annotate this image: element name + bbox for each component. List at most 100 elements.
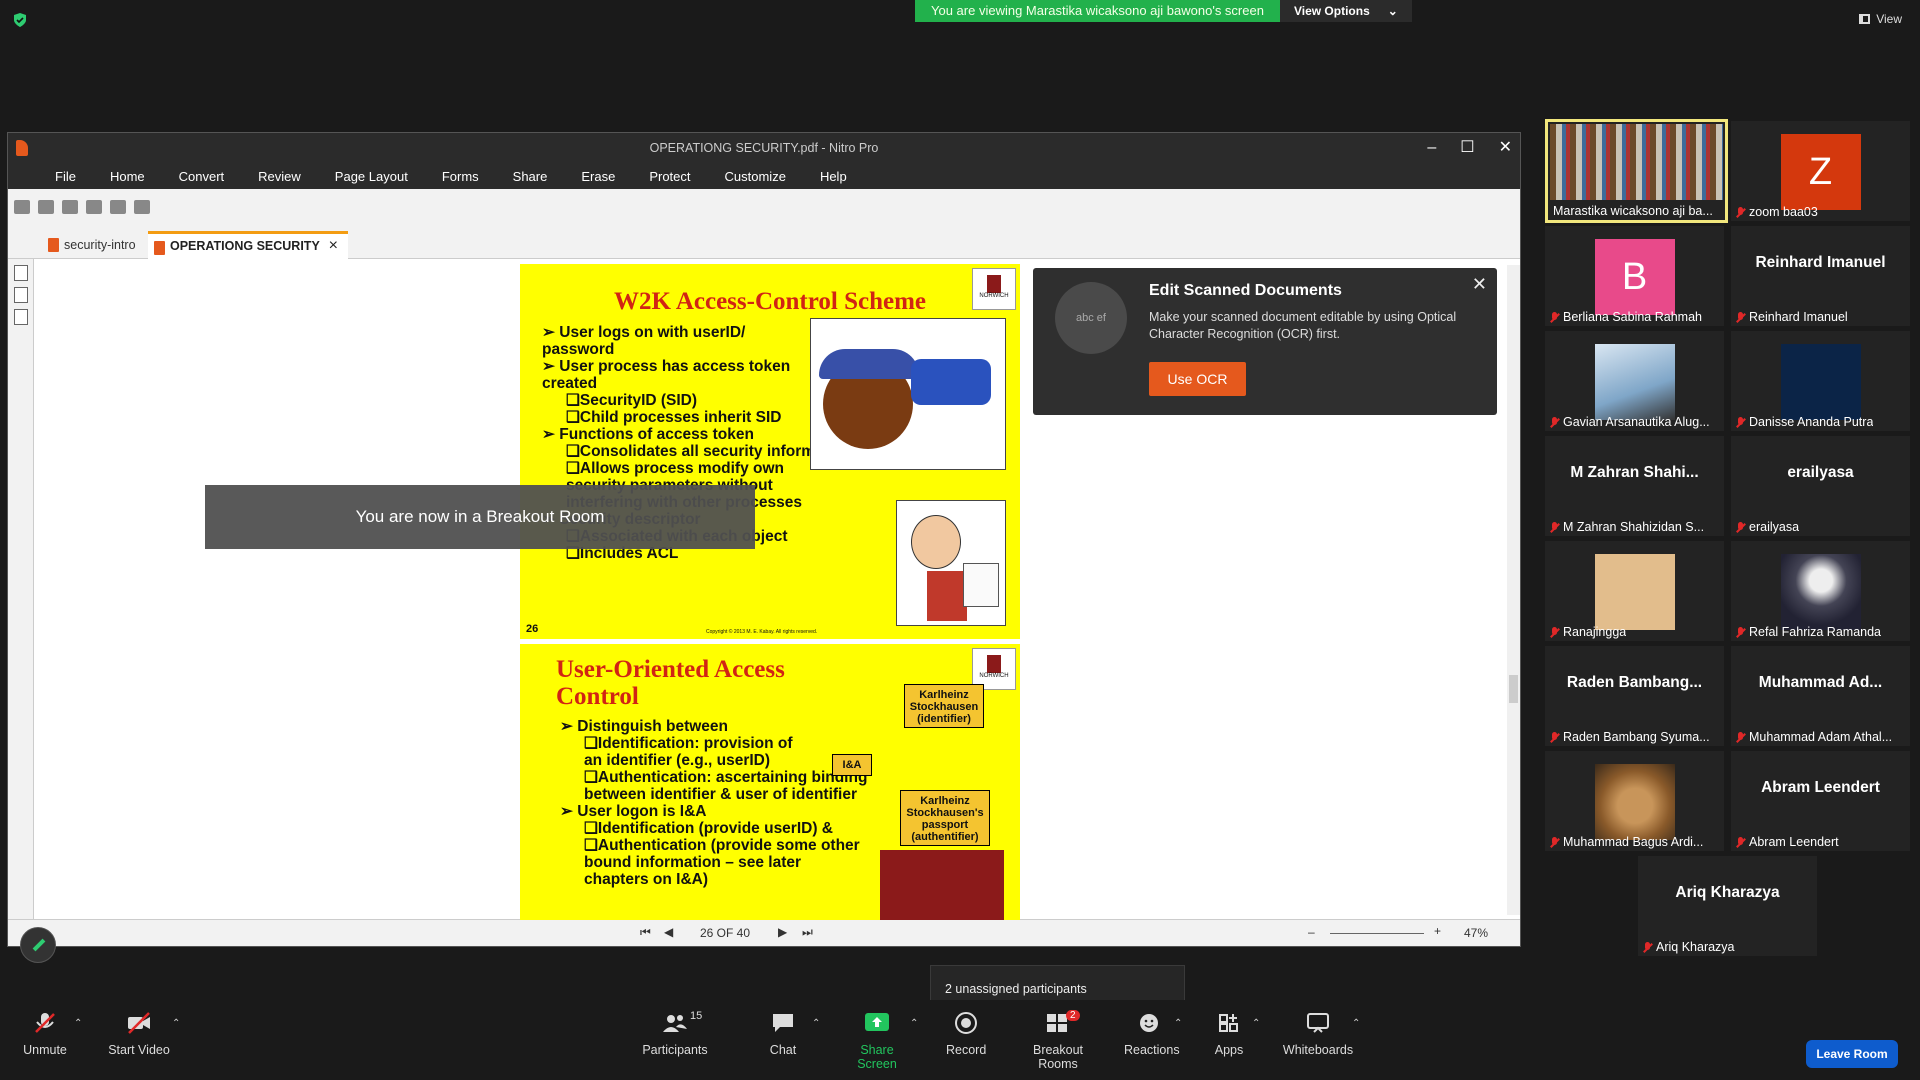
maximize-icon[interactable]: ☐ <box>1460 133 1474 163</box>
save-icon[interactable] <box>38 200 54 214</box>
menu-help[interactable]: Help <box>803 169 864 184</box>
authentifier-box: Karlheinz Stockhausen's passport (authen… <box>900 790 990 846</box>
confused-man-cartoon-image <box>896 500 1006 626</box>
caret-up-icon[interactable]: ⌃ <box>1252 1018 1260 1029</box>
window-title: OPERATIONG SECURITY.pdf - Nitro Pro <box>649 141 879 155</box>
print-icon[interactable] <box>62 200 78 214</box>
quick-access-toolbar <box>8 189 1520 225</box>
avatar: Z <box>1780 134 1861 210</box>
leave-room-button[interactable]: Leave Room <box>1806 1040 1898 1068</box>
share-screen-icon <box>865 1013 889 1031</box>
attachments-icon[interactable] <box>13 309 28 325</box>
breakout-rooms-button[interactable]: 2 Breakout Rooms <box>1014 1010 1102 1071</box>
zoom-slider[interactable] <box>1330 933 1424 934</box>
caret-up-icon[interactable]: ⌃ <box>1174 1018 1182 1029</box>
menu-share[interactable]: Share <box>496 169 565 184</box>
menu-page-layout[interactable]: Page Layout <box>318 169 425 184</box>
status-bar: ⏮ ◀ 26 OF 40 ▶ ⏭ – + 47% <box>8 919 1520 946</box>
video-tile[interactable]: M Zahran Shahi... M Zahran Shahizidan S.… <box>1545 436 1724 536</box>
start-video-button[interactable]: Start Video <box>106 1012 172 1057</box>
menu-review[interactable]: Review <box>241 169 318 184</box>
share-screen-button[interactable]: Share Screen <box>842 1012 912 1071</box>
norwich-crest: NORWICH <box>972 268 1016 310</box>
close-icon[interactable]: ✕ <box>1472 274 1487 295</box>
close-icon[interactable]: ✕ <box>1499 133 1512 163</box>
menu-file[interactable]: File <box>38 169 93 184</box>
zoom-in-icon[interactable]: + <box>1434 924 1441 938</box>
video-tile[interactable]: Muhammad Ad... Muhammad Adam Athal... <box>1731 646 1910 746</box>
zoom-out-icon[interactable]: – <box>1308 925 1315 939</box>
unmute-button[interactable]: Unmute <box>22 1012 68 1057</box>
next-page-icon[interactable]: ▶ <box>778 925 787 939</box>
select-icon[interactable] <box>134 200 150 214</box>
ocr-magnifier-icon: abc ef <box>1055 282 1127 354</box>
menu-convert[interactable]: Convert <box>162 169 242 184</box>
menu-protect[interactable]: Protect <box>632 169 707 184</box>
chat-button[interactable]: Chat <box>768 1012 798 1057</box>
video-tile[interactable]: Gavian Arsanautika Alug... <box>1545 331 1724 431</box>
minimize-icon[interactable]: – <box>1427 133 1436 163</box>
video-tile[interactable]: Abram Leendert Abram Leendert <box>1731 751 1910 851</box>
open-icon[interactable] <box>14 200 30 214</box>
breakout-badge: 2 <box>1066 1010 1080 1021</box>
annotate-pen-icon[interactable] <box>20 927 56 963</box>
video-tile[interactable]: Refal Fahriza Ramanda <box>1731 541 1910 641</box>
last-page-icon[interactable]: ⏭ <box>802 925 813 940</box>
bookmarks-icon[interactable] <box>13 287 28 303</box>
menu-erase[interactable]: Erase <box>564 169 632 184</box>
view-options-button[interactable]: View Options ⌄ <box>1279 0 1412 22</box>
caret-up-icon[interactable]: ⌃ <box>74 1018 82 1029</box>
video-tile[interactable]: Ranajingga <box>1545 541 1724 641</box>
caret-up-icon[interactable]: ⌃ <box>910 1018 918 1029</box>
muted-mic-icon <box>1736 311 1745 323</box>
first-page-icon[interactable]: ⏮ <box>640 925 651 940</box>
close-tab-icon[interactable]: × <box>329 234 338 258</box>
redo-icon[interactable] <box>110 200 126 214</box>
muted-mic-icon <box>1550 416 1559 428</box>
slide-27: NORWICH User-Oriented Access Control ➢ D… <box>520 644 1020 920</box>
video-tile[interactable]: Ariq Kharazya Ariq Kharazya <box>1638 856 1817 956</box>
video-tile[interactable]: Raden Bambang... Raden Bambang Syuma... <box>1545 646 1724 746</box>
muted-mic-icon <box>1550 836 1559 848</box>
view-button[interactable]: View <box>1859 12 1902 26</box>
undo-icon[interactable] <box>86 200 102 214</box>
reactions-button[interactable]: Reactions <box>1124 1012 1180 1057</box>
viewing-text: You are viewing Marastika wicaksono aji … <box>915 0 1280 22</box>
menu-customize[interactable]: Customize <box>708 169 803 184</box>
caret-up-icon[interactable]: ⌃ <box>1352 1018 1360 1029</box>
use-ocr-button[interactable]: Use OCR <box>1149 362 1246 396</box>
chevron-down-icon: ⌄ <box>1387 4 1398 18</box>
video-tile[interactable]: Reinhard Imanuel Reinhard Imanuel <box>1731 226 1910 326</box>
caret-up-icon[interactable]: ⌃ <box>812 1018 820 1029</box>
participants-button[interactable]: 15 Participants <box>642 1010 708 1057</box>
prev-page-icon[interactable]: ◀ <box>664 925 673 939</box>
video-tile[interactable]: Marastika wicaksono aji ba... <box>1545 119 1728 223</box>
scroll-thumb[interactable] <box>1509 675 1518 703</box>
video-tile[interactable]: Z zoom baa03 <box>1731 121 1910 221</box>
video-tile[interactable]: Muhammad Bagus Ardi... <box>1545 751 1724 851</box>
record-button[interactable]: Record <box>946 1012 986 1057</box>
view-grid-icon <box>1859 14 1871 24</box>
page-indicator[interactable]: 26 OF 40 <box>700 926 750 940</box>
participant-display-name: Muhammad Ad... <box>1758 674 1883 691</box>
muted-mic-icon <box>1736 521 1745 533</box>
ocr-title: Edit Scanned Documents <box>1149 282 1342 299</box>
caret-up-icon[interactable]: ⌃ <box>172 1018 180 1029</box>
slide-line: ❑Authentication: ascertaining binding be… <box>584 769 868 803</box>
video-tile[interactable]: erailyasa erailyasa <box>1731 436 1910 536</box>
pages-icon[interactable] <box>13 265 28 281</box>
whiteboards-button[interactable]: Whiteboards <box>1282 1012 1354 1057</box>
tab-operationg-security[interactable]: OPERATIONG SECURITY × <box>148 231 348 259</box>
participant-display-name: M Zahran Shahi... <box>1570 464 1699 481</box>
menu-home[interactable]: Home <box>93 169 162 184</box>
video-tile[interactable]: Danisse Ananda Putra <box>1731 331 1910 431</box>
participant-name: Reinhard Imanuel <box>1749 310 1848 324</box>
apps-button[interactable]: Apps <box>1214 1012 1244 1057</box>
slide-line: ➢ User process has access token created <box>542 358 791 392</box>
video-tile[interactable]: B Berliana Sabina Rahmah <box>1545 226 1724 326</box>
tab-security-intro[interactable]: security-intro <box>42 231 152 259</box>
menu-forms[interactable]: Forms <box>425 169 496 184</box>
window-titlebar: OPERATIONG SECURITY.pdf - Nitro Pro – ☐ ✕ <box>8 133 1520 163</box>
vertical-scrollbar[interactable] <box>1507 265 1520 915</box>
muted-mic-icon <box>1643 941 1652 953</box>
